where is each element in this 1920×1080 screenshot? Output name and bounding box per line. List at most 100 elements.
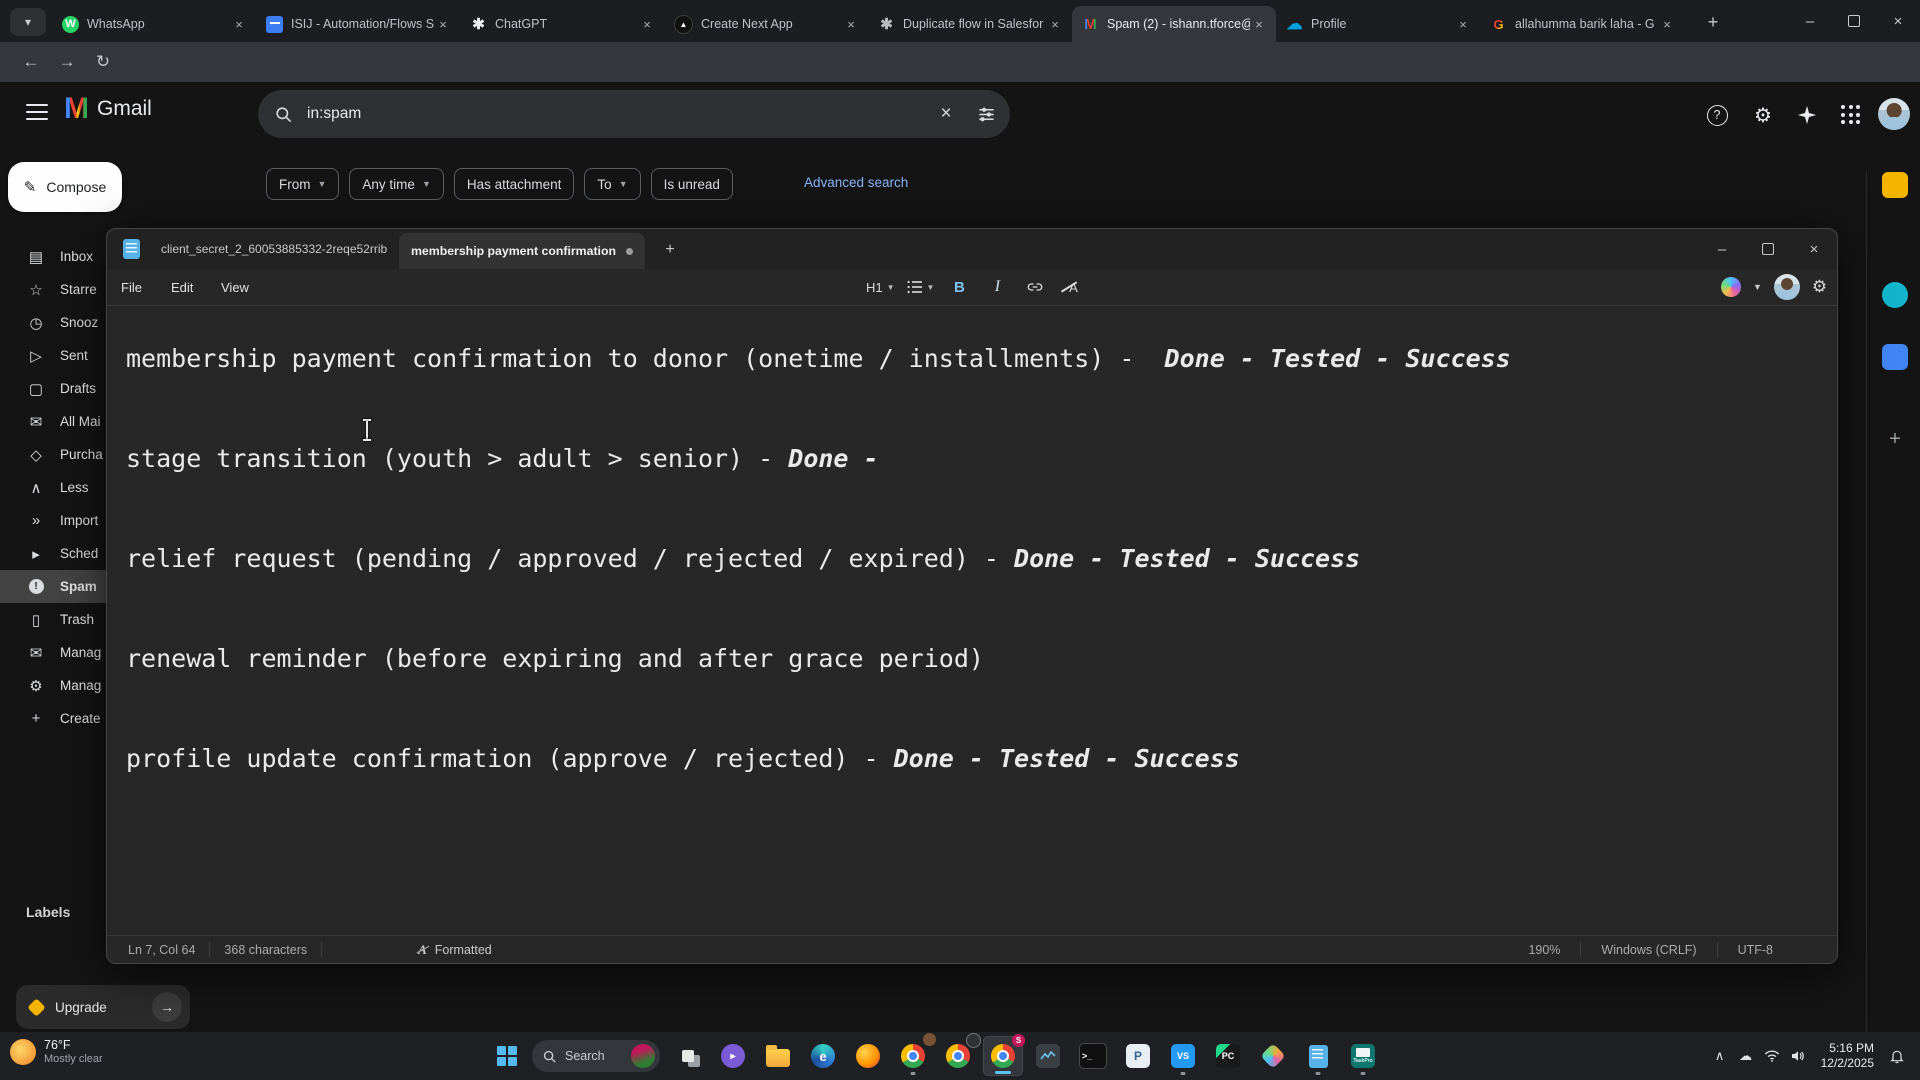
browser-tab[interactable]: WWhatsApp× [52,6,256,42]
tab-search-button[interactable]: ▾ [10,8,46,36]
browser-tab[interactable]: ▲Create Next App× [664,6,868,42]
google-apps-icon[interactable] [1834,98,1868,132]
editor-tab-membership[interactable]: membership payment confirmation [399,233,645,269]
taskbar-clock[interactable]: 5:16 PM 12/2/2025 [1821,1041,1874,1071]
tab-close-icon[interactable]: × [230,15,248,33]
compose-button[interactable]: ✎ Compose [8,162,122,212]
new-tab-button[interactable]: + [1700,9,1726,35]
menu-view[interactable]: View [215,269,255,305]
hidden-icons-chevron[interactable]: ∧ [1707,1043,1733,1069]
editor-tab-client-secret[interactable]: client_secret_2_60053885332-2reqe52rrib [153,229,395,269]
filter-chip-from[interactable]: From▼ [266,168,339,200]
italic-button[interactable]: I [981,274,1013,300]
editor-minimize-button[interactable]: – [1699,229,1745,269]
browser-tab[interactable]: ✱Duplicate flow in Salesfor× [868,6,1072,42]
start-button[interactable] [490,1039,524,1073]
mail-icon: ✉ [26,413,46,431]
taskbar-app-file-explorer[interactable] [758,1036,798,1076]
menu-edit[interactable]: Edit [165,269,199,305]
tab-close-icon[interactable]: × [434,15,452,33]
tab-close-icon[interactable]: × [638,15,656,33]
close-button[interactable]: × [1876,0,1920,42]
taskbar-app-taskpro[interactable]: TaskPro [1343,1036,1383,1076]
tab-close-icon[interactable]: × [1250,15,1268,33]
browser-tab[interactable]: ✱ChatGPT× [460,6,664,42]
copilot-icon[interactable] [1721,277,1741,297]
filter-chip-is-unread[interactable]: Is unread [651,168,733,200]
search-icon[interactable] [274,105,293,124]
onedrive-cloud-icon[interactable]: ☁ [1733,1043,1759,1069]
advanced-search-link[interactable]: Advanced search [804,175,908,190]
list-style-button[interactable]: ▼ [904,274,938,300]
filter-chip-any-time[interactable]: Any time▼ [349,168,443,200]
upgrade-button[interactable]: Upgrade → [16,985,190,1029]
link-button[interactable] [1019,274,1051,300]
tab-close-icon[interactable]: × [1658,15,1676,33]
wifi-icon[interactable] [1759,1043,1785,1069]
forward-button[interactable]: → [54,49,80,75]
taskbar-app-dbeaver[interactable] [1253,1036,1293,1076]
browser-tab[interactable]: Gallahumma barik laha - G× [1480,6,1684,42]
taskbar-search[interactable]: Search [532,1040,660,1072]
main-menu-icon[interactable] [26,104,48,120]
clear-formatting-button[interactable]: A [1057,274,1089,300]
tasks-icon[interactable] [1882,282,1908,308]
filter-chip-has-attachment[interactable]: Has attachment [454,168,575,200]
taskbar-app-chrome-profile-3[interactable]: S [983,1036,1023,1076]
taskbar-app-chrome-profile-1[interactable] [893,1036,933,1076]
formatted-mode-label[interactable]: Formatted [435,943,492,957]
get-addons-icon[interactable]: + [1882,426,1908,452]
taskbar-app-postgresql[interactable]: P [1118,1036,1158,1076]
gemini-sparkle-icon[interactable] [1790,98,1824,132]
cursor-position: Ln 7, Col 64 [128,943,195,957]
search-input[interactable]: in:spam [307,105,930,123]
heading-style-button[interactable]: H1▼ [863,274,898,300]
editor-new-tab-button[interactable]: + [659,239,681,261]
taskbar-app-task-view[interactable] [668,1036,708,1076]
taskbar-app-system-monitor[interactable] [1028,1036,1068,1076]
taskbar-app-terminal[interactable]: >_ [1073,1036,1113,1076]
gmail-header: M Gmail in:spam × ? ⚙ [0,82,1920,148]
account-avatar[interactable] [1878,98,1910,130]
editor-maximize-button[interactable] [1745,229,1791,269]
taskbar-app-edge[interactable]: e [803,1036,843,1076]
encoding[interactable]: UTF-8 [1738,943,1773,957]
menu-file[interactable]: File [115,269,148,305]
help-icon[interactable]: ? [1700,98,1734,132]
taskbar-app-pycharm[interactable]: PC [1208,1036,1248,1076]
settings-gear-icon[interactable]: ⚙ [1746,98,1780,132]
taskbar-app-meet-app[interactable]: ▸ [713,1036,753,1076]
gmail-search-bar[interactable]: in:spam × [258,90,1010,138]
editor-close-button[interactable]: × [1791,229,1837,269]
browser-tab[interactable]: ☁Profile× [1276,6,1480,42]
weather-widget[interactable]: 76°F Mostly clear [10,1038,103,1065]
zoom-level[interactable]: 190% [1528,943,1560,957]
taskbar-app-chrome-profile-2[interactable] [938,1036,978,1076]
chevron-down-icon[interactable]: ▼ [1753,282,1762,292]
search-options-icon[interactable] [970,98,1002,130]
browser-tab[interactable]: ISIJ - Automation/Flows S× [256,6,460,42]
tab-close-icon[interactable]: × [1454,15,1472,33]
editor-settings-icon[interactable]: ⚙ [1812,277,1827,297]
taskbar-app-vscode[interactable]: VS [1163,1036,1203,1076]
keep-icon[interactable] [1882,172,1908,198]
tab-close-icon[interactable]: × [1046,15,1064,33]
editor-account-avatar[interactable] [1774,274,1800,300]
contacts-icon[interactable] [1882,344,1908,370]
maximize-button[interactable] [1832,0,1876,42]
line-ending[interactable]: Windows (CRLF) [1601,943,1696,957]
bold-button[interactable]: B [943,274,975,300]
tab-close-icon[interactable]: × [842,15,860,33]
filter-chip-to[interactable]: To▼ [584,168,640,200]
back-button[interactable]: ← [18,49,44,75]
volume-icon[interactable] [1785,1043,1811,1069]
clear-search-icon[interactable]: × [930,98,962,130]
editor-text-area[interactable]: membership payment confirmation to donor… [107,306,1837,936]
minimize-button[interactable]: – [1788,0,1832,42]
browser-tab[interactable]: MSpam (2) - ishann.tforce@× [1072,6,1276,42]
search-filter-chips: From▼ Any time▼ Has attachment To▼ Is unread [266,168,733,200]
taskbar-app-firefox[interactable] [848,1036,888,1076]
notifications-bell-icon[interactable] [1884,1043,1910,1069]
reload-button[interactable]: ↻ [90,49,116,75]
taskbar-app-notepad[interactable] [1298,1036,1338,1076]
